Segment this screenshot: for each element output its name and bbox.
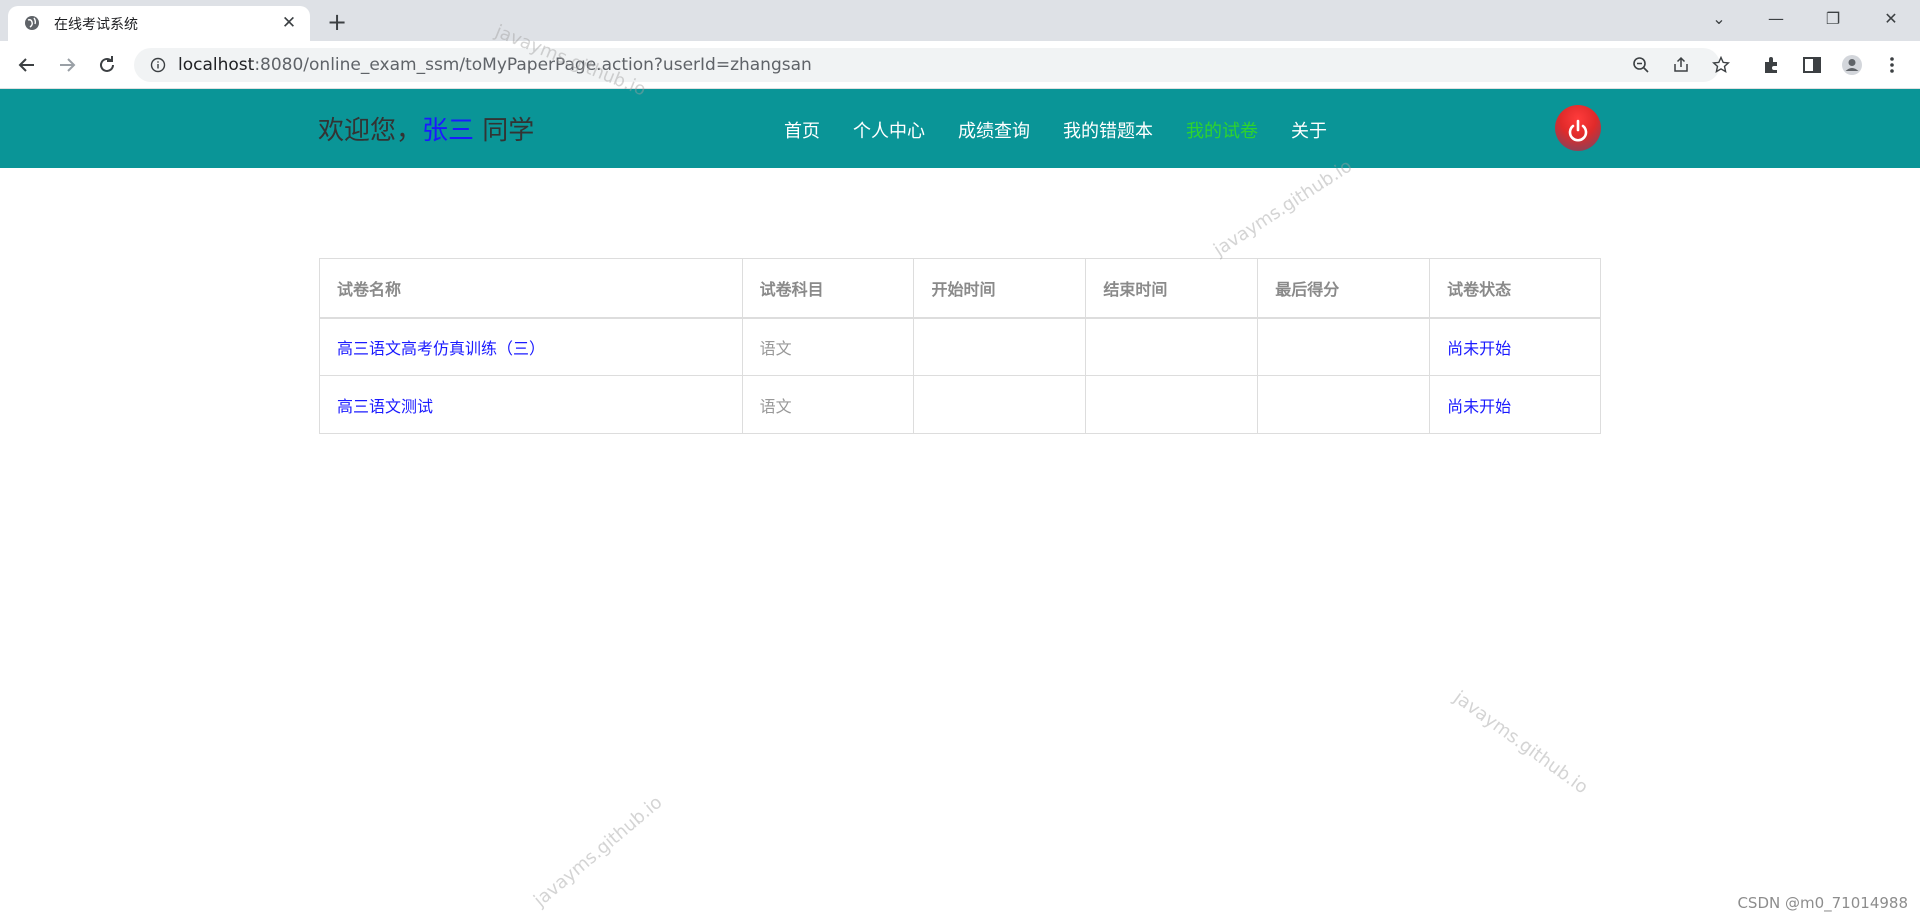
page-content: 欢迎您，张三 同学 首页 个人中心 成绩查询 我的错题本 我的试卷 关于 试卷名…: [0, 21, 1920, 920]
paper-status-link[interactable]: 尚未开始: [1429, 317, 1601, 376]
paper-name-link[interactable]: 高三语文测试: [319, 375, 743, 434]
col-start-time: 开始时间: [913, 258, 1087, 319]
nav-profile[interactable]: 个人中心: [853, 117, 925, 143]
nav-home[interactable]: 首页: [784, 117, 820, 143]
tab-title: 在线考试系统: [54, 17, 138, 33]
watermark: javayms.github.io: [1449, 687, 1592, 799]
extensions-icon[interactable]: [1761, 54, 1783, 76]
forward-icon[interactable]: [55, 53, 79, 77]
browser-tab[interactable]: 在线考试系统 ✕: [8, 6, 310, 41]
globe-icon: [25, 16, 39, 30]
browser-tab-bar: 在线考试系统 ✕ + ⌄ — ❐ ✕: [0, 0, 1920, 41]
power-icon: [1568, 119, 1588, 142]
url-text[interactable]: localhost:8080/online_exam_ssm/toMyPaper…: [178, 55, 812, 75]
nav-wrong-questions[interactable]: 我的错题本: [1063, 117, 1153, 143]
site-header: 欢迎您，张三 同学 首页 个人中心 成绩查询 我的错题本 我的试卷 关于: [0, 89, 1920, 168]
profile-avatar-icon[interactable]: [1841, 54, 1863, 76]
my-papers-table: 试卷名称 试卷科目 开始时间 结束时间 最后得分 试卷状态 高三语文高考仿真训练…: [319, 258, 1601, 434]
url-host: localhost: [178, 55, 255, 75]
paper-end-time: [1085, 317, 1259, 376]
paper-name-link[interactable]: 高三语文高考仿真训练（三）: [319, 317, 743, 376]
col-last-score: 最后得分: [1257, 258, 1431, 319]
minimize-button[interactable]: —: [1759, 4, 1793, 34]
paper-start-time: [913, 375, 1087, 434]
col-paper-name: 试卷名称: [319, 258, 743, 319]
reload-icon[interactable]: [95, 53, 119, 77]
nav-my-papers[interactable]: 我的试卷: [1186, 117, 1258, 143]
paper-end-time: [1085, 375, 1259, 434]
table-row: 高三语文高考仿真训练（三） 语文 尚未开始: [319, 317, 1601, 376]
info-icon[interactable]: [150, 57, 166, 73]
welcome-prefix: 欢迎您，: [318, 116, 423, 146]
paper-score: [1257, 317, 1431, 376]
paper-subject: 语文: [741, 375, 915, 434]
nav-about[interactable]: 关于: [1291, 117, 1327, 143]
browser-toolbar: localhost:8080/online_exam_ssm/toMyPaper…: [0, 41, 1920, 89]
welcome-suffix: 同学: [474, 116, 535, 146]
share-icon[interactable]: [1672, 56, 1690, 74]
welcome-text: 欢迎您，张三 同学: [318, 110, 534, 147]
side-panel-icon[interactable]: [1801, 54, 1823, 76]
new-tab-button[interactable]: +: [322, 8, 352, 36]
watermark: javayms.github.io: [1210, 155, 1357, 261]
address-bar[interactable]: localhost:8080/online_exam_ssm/toMyPaper…: [134, 48, 1730, 82]
back-icon[interactable]: [15, 53, 39, 77]
main-nav: 首页 个人中心 成绩查询 我的错题本 我的试卷 关于: [784, 117, 1360, 143]
nav-scores[interactable]: 成绩查询: [958, 117, 1030, 143]
logout-button[interactable]: [1555, 105, 1601, 151]
paper-score: [1257, 375, 1431, 434]
zoom-out-icon[interactable]: [1632, 56, 1650, 74]
col-status: 试卷状态: [1429, 258, 1601, 319]
restore-button[interactable]: ❐: [1816, 4, 1850, 34]
tab-search-icon[interactable]: ⌄: [1702, 4, 1736, 34]
window-close-button[interactable]: ✕: [1874, 4, 1908, 34]
table-header-row: 试卷名称 试卷科目 开始时间 结束时间 最后得分 试卷状态: [319, 258, 1601, 319]
table-row: 高三语文测试 语文 尚未开始: [319, 375, 1601, 434]
bookmark-star-icon[interactable]: [1712, 56, 1730, 74]
url-path: :8080/online_exam_ssm/toMyPaperPage.acti…: [254, 55, 812, 75]
footer-credit: CSDN @m0_71014988: [1737, 894, 1908, 912]
username: 张三: [422, 116, 475, 146]
paper-subject: 语文: [741, 317, 915, 376]
col-end-time: 结束时间: [1085, 258, 1259, 319]
watermark: javayms.github.io: [530, 791, 667, 912]
paper-status-link[interactable]: 尚未开始: [1429, 375, 1601, 434]
paper-start-time: [913, 317, 1087, 376]
more-menu-icon[interactable]: [1881, 54, 1903, 76]
col-subject: 试卷科目: [741, 258, 915, 319]
close-icon[interactable]: ✕: [278, 12, 300, 34]
